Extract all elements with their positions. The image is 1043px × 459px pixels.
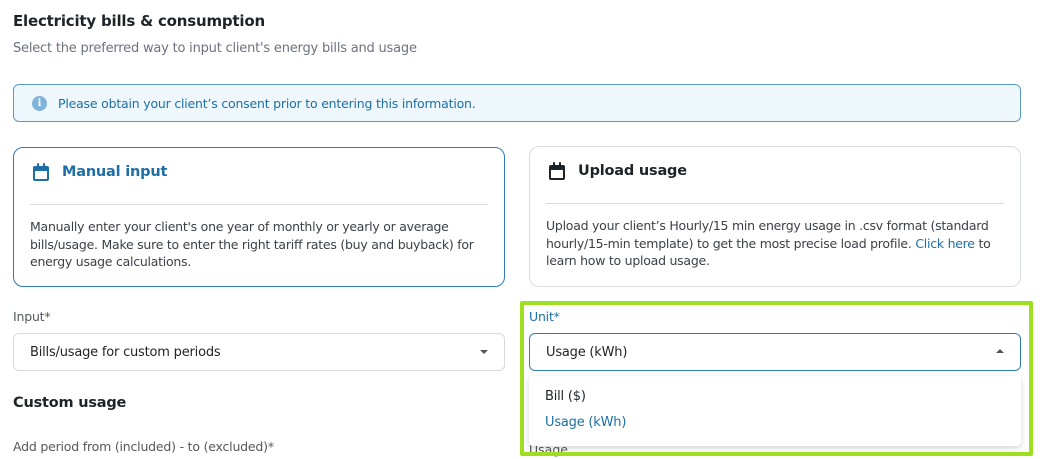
unit-option-usage[interactable]: Usage (kWh) bbox=[545, 415, 626, 430]
caret-up-icon bbox=[996, 349, 1004, 353]
caret-down-icon bbox=[480, 350, 488, 354]
calendar-icon bbox=[32, 163, 50, 181]
click-here-link[interactable]: Click here bbox=[915, 236, 975, 251]
upload-usage-card[interactable]: Upload usage Upload your client’s Hourly… bbox=[529, 146, 1021, 287]
consent-info-banner: i Please obtain your client’s consent pr… bbox=[13, 84, 1021, 122]
period-label: Add period from (included) - to (exclude… bbox=[13, 439, 274, 454]
card-divider bbox=[30, 204, 488, 205]
upload-usage-description: Upload your client’s Hourly/15 min energ… bbox=[546, 217, 1006, 270]
unit-label: Unit* bbox=[529, 309, 560, 324]
custom-usage-heading: Custom usage bbox=[13, 395, 127, 411]
unit-select-value: Usage (kWh) bbox=[546, 344, 628, 360]
calendar-icon bbox=[548, 162, 566, 180]
banner-text: Please obtain your client’s consent prio… bbox=[58, 95, 476, 111]
manual-input-description: Manually enter your client's one year of… bbox=[30, 219, 474, 269]
unit-option-bill[interactable]: Bill ($) bbox=[545, 389, 586, 404]
section-title: Electricity bills & consumption bbox=[13, 12, 265, 30]
info-icon: i bbox=[32, 95, 47, 111]
card-divider bbox=[546, 203, 1004, 204]
input-select[interactable]: Bills/usage for custom periods bbox=[13, 333, 505, 371]
unit-select[interactable]: Usage (kWh) bbox=[529, 333, 1021, 371]
input-label: Input* bbox=[13, 309, 51, 324]
upload-usage-title: Upload usage bbox=[578, 163, 687, 179]
manual-input-title: Manual input bbox=[62, 164, 168, 180]
manual-input-card[interactable]: Manual input Manually enter your client'… bbox=[13, 147, 505, 287]
input-select-value: Bills/usage for custom periods bbox=[30, 344, 221, 360]
section-subtitle: Select the preferred way to input client… bbox=[13, 41, 417, 56]
unit-dropdown-menu: Bill ($) Usage (kWh) bbox=[529, 376, 1021, 446]
